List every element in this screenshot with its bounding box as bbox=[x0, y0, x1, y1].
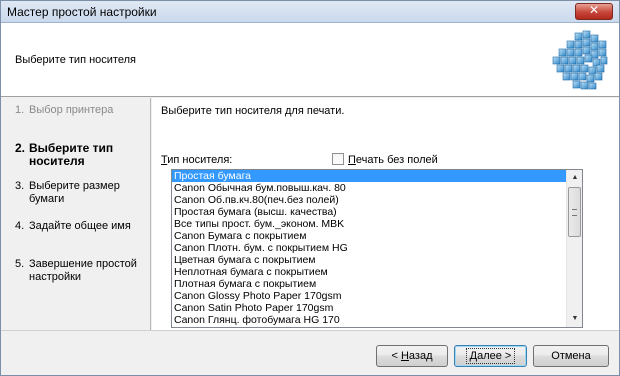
scroll-down-arrow-icon[interactable]: ▼ bbox=[567, 311, 582, 327]
cancel-button[interactable]: Отмена bbox=[533, 345, 609, 367]
main-panel: Выберите тип носителя для печати. Тип но… bbox=[152, 98, 619, 330]
close-icon: ✕ bbox=[588, 3, 600, 17]
page-subtitle: Выберите тип носителя bbox=[15, 54, 136, 66]
media-type-label: Тип носителя: bbox=[161, 154, 233, 166]
printer-grid-logo-icon bbox=[552, 30, 608, 90]
media-type-list[interactable]: Простая бумага Canon Обычная бум.повыш.к… bbox=[171, 169, 583, 328]
list-scrollbar[interactable]: ▲ ▼ bbox=[566, 170, 582, 327]
instruction-text: Выберите тип носителя для печати. bbox=[161, 105, 345, 117]
list-item[interactable]: Цветная бумага с покрытием bbox=[172, 254, 566, 266]
back-button[interactable]: < Назад bbox=[376, 345, 448, 367]
window-title: Мастер простой настройки bbox=[7, 5, 157, 19]
media-type-items: Простая бумага Canon Обычная бум.повыш.к… bbox=[172, 170, 566, 326]
title-bar[interactable]: Мастер простой настройки ✕ bbox=[1, 1, 619, 23]
list-item[interactable]: Простая бумага bbox=[172, 170, 566, 182]
scroll-thumb[interactable] bbox=[568, 187, 581, 237]
list-item[interactable]: Canon Бумага с покрытием bbox=[172, 230, 566, 242]
list-item[interactable]: Canon Glossy Photo Paper 170gsm bbox=[172, 290, 566, 302]
focus-rectangle: Далее > bbox=[465, 348, 516, 364]
button-bar: < Назад Далее > Отмена bbox=[1, 330, 619, 375]
close-button[interactable]: ✕ bbox=[575, 3, 613, 20]
borderless-print-checkbox[interactable] bbox=[332, 153, 344, 165]
list-item[interactable]: Плотная бумага с покрытием bbox=[172, 278, 566, 290]
list-item[interactable]: Canon Плотн. бум. с покрытием HG bbox=[172, 242, 566, 254]
list-item[interactable]: Все типы прост. бум._эконом. MBK bbox=[172, 218, 566, 230]
list-item[interactable]: Canon Глянц. фотобумага HG 170 bbox=[172, 314, 566, 326]
next-button[interactable]: Далее > bbox=[454, 345, 527, 367]
list-item[interactable]: Canon Обычная бум.повыш.кач. 80 bbox=[172, 182, 566, 194]
wizard-header: Выберите тип носителя bbox=[1, 23, 619, 97]
scroll-up-arrow-icon[interactable]: ▲ bbox=[567, 170, 582, 186]
wizard-steps: 1. Выбор принтера 2. Выберите тип носите… bbox=[1, 98, 151, 330]
list-item[interactable]: Неплотная бумага с покрытием bbox=[172, 266, 566, 278]
wizard-window: Мастер простой настройки ✕ Выберите тип … bbox=[0, 0, 620, 376]
list-item[interactable]: Canon Satin Photo Paper 170gsm bbox=[172, 302, 566, 314]
list-item[interactable]: Простая бумага (высш. качества) bbox=[172, 206, 566, 218]
borderless-print-label: Печать без полей bbox=[348, 154, 438, 166]
list-item[interactable]: Canon Об.пв.кч.80(печ.без полей) bbox=[172, 194, 566, 206]
